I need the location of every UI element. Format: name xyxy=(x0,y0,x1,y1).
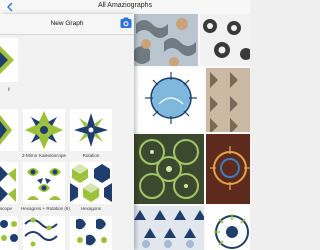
camera-button[interactable] xyxy=(120,17,132,29)
template-label: scope xyxy=(0,206,13,211)
template-tile[interactable] xyxy=(70,109,112,151)
graph-thumbnail[interactable] xyxy=(134,14,198,66)
status-bar: All Amaziographs xyxy=(0,0,250,14)
graph-thumbnail[interactable] xyxy=(134,206,204,250)
popover-title: New Graph xyxy=(50,20,84,27)
template-tile[interactable] xyxy=(0,162,18,204)
graph-thumbnail[interactable] xyxy=(206,134,250,204)
template-tile[interactable] xyxy=(23,109,65,151)
graph-thumbnail[interactable] xyxy=(134,134,204,204)
template-label: Hexagons + Rotation (6) xyxy=(21,206,70,211)
template-tile[interactable] xyxy=(23,162,65,204)
graph-thumbnail[interactable] xyxy=(206,206,250,250)
template-tile[interactable] xyxy=(23,216,65,250)
template-tile[interactable] xyxy=(70,162,112,204)
template-label: y xyxy=(7,86,11,91)
template-label: Hexagons xyxy=(80,206,102,211)
new-graph-popover: New Graph y 2-Mirror Kaleidoscope Rotati… xyxy=(0,14,134,250)
camera-icon xyxy=(120,17,132,28)
graph-thumbnail[interactable] xyxy=(200,14,250,66)
template-label: Rotation xyxy=(82,153,100,158)
graph-thumbnail[interactable] xyxy=(206,68,250,132)
template-tile[interactable] xyxy=(0,216,18,250)
template-tile[interactable] xyxy=(70,216,112,250)
template-label: 2-Mirror Kaleidoscope xyxy=(21,153,67,158)
template-tile[interactable] xyxy=(0,109,18,151)
graph-thumbnail[interactable] xyxy=(134,68,204,132)
app-title: All Amaziographs xyxy=(97,2,153,9)
popover-header: New Graph xyxy=(0,14,134,35)
template-tile[interactable] xyxy=(0,38,18,82)
